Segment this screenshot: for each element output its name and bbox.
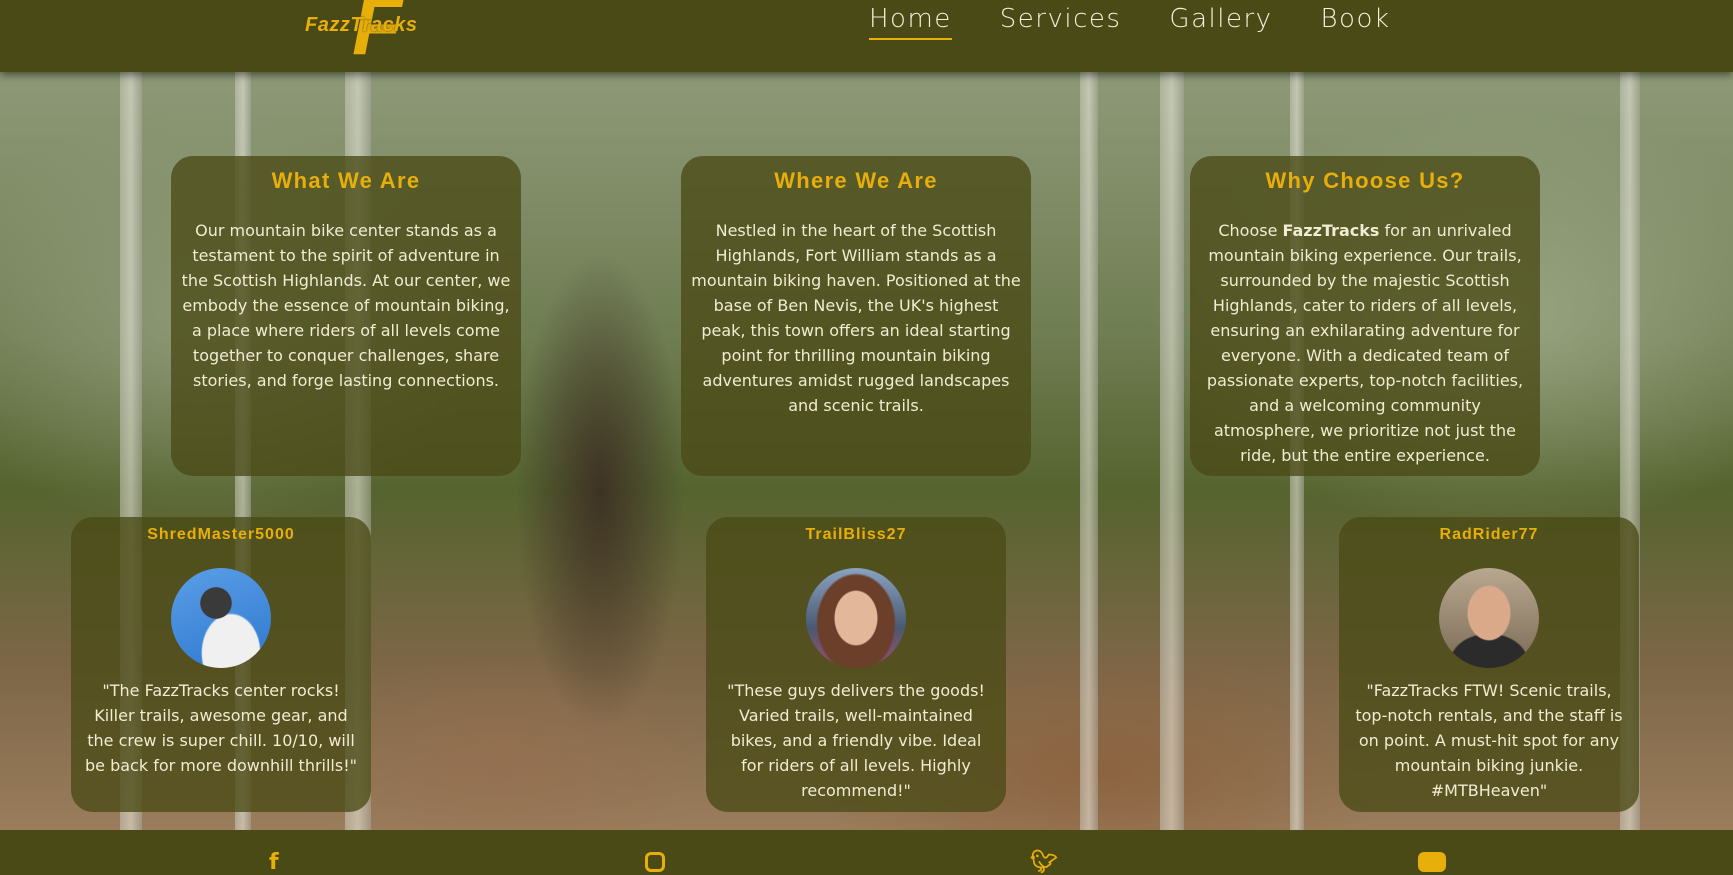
main-nav: Home Services Gallery Book <box>869 4 1390 40</box>
testimonial-card: RadRider77 "FazzTracks FTW! Scenic trail… <box>1339 517 1639 812</box>
testimonial-quote: "These guys delivers the goods! Varied t… <box>727 681 985 800</box>
nav-home[interactable]: Home <box>869 4 952 40</box>
info-card-why-choose-us: Why Choose Us? Choose FazzTracks for an … <box>1190 156 1540 476</box>
avatar <box>171 568 271 668</box>
facebook-icon[interactable]: f <box>269 852 279 874</box>
brand-bold: FazzTracks <box>1282 221 1380 240</box>
card-title: Why Choose Us? <box>1265 168 1465 193</box>
card-text: Choose FazzTracks for an unrivaled mount… <box>1206 221 1524 465</box>
instagram-icon[interactable] <box>645 852 665 872</box>
card-text: Nestled in the heart of the Scottish Hig… <box>691 221 1021 415</box>
logo[interactable]: F FazzTracks <box>300 0 430 68</box>
nav-services[interactable]: Services <box>1000 4 1122 40</box>
avatar <box>1439 568 1539 668</box>
nav-book[interactable]: Book <box>1321 4 1391 40</box>
reviewer-name: TrailBliss27 <box>805 526 907 543</box>
card-text: Our mountain bike center stands as a tes… <box>181 221 511 390</box>
reviewer-name: ShredMaster5000 <box>147 526 295 543</box>
youtube-icon[interactable] <box>1418 852 1446 872</box>
info-card-where-we-are: Where We Are Nestled in the heart of the… <box>681 156 1031 476</box>
hero-background: What We Are Our mountain bike center sta… <box>0 72 1733 830</box>
card-title: What We Are <box>271 168 421 193</box>
logo-wordmark: FazzTracks <box>305 14 418 36</box>
twitter-icon[interactable]: 🐦︎ <box>1030 852 1058 874</box>
testimonial-quote: "FazzTracks FTW! Scenic trails, top-notc… <box>1355 681 1623 800</box>
testimonial-quote: "The FazzTracks center rocks! Killer tra… <box>85 681 357 775</box>
info-card-what-we-are: What We Are Our mountain bike center sta… <box>171 156 521 476</box>
testimonial-card: ShredMaster5000 "The FazzTracks center r… <box>71 517 371 812</box>
testimonial-card: TrailBliss27 "These guys delivers the go… <box>706 517 1006 812</box>
site-footer: f 🐦︎ <box>0 830 1733 874</box>
avatar <box>806 568 906 668</box>
site-header: F FazzTracks Home Services Gallery Book <box>0 0 1733 72</box>
nav-gallery[interactable]: Gallery <box>1169 4 1272 40</box>
card-title: Where We Are <box>774 168 938 193</box>
reviewer-name: RadRider77 <box>1439 526 1539 543</box>
